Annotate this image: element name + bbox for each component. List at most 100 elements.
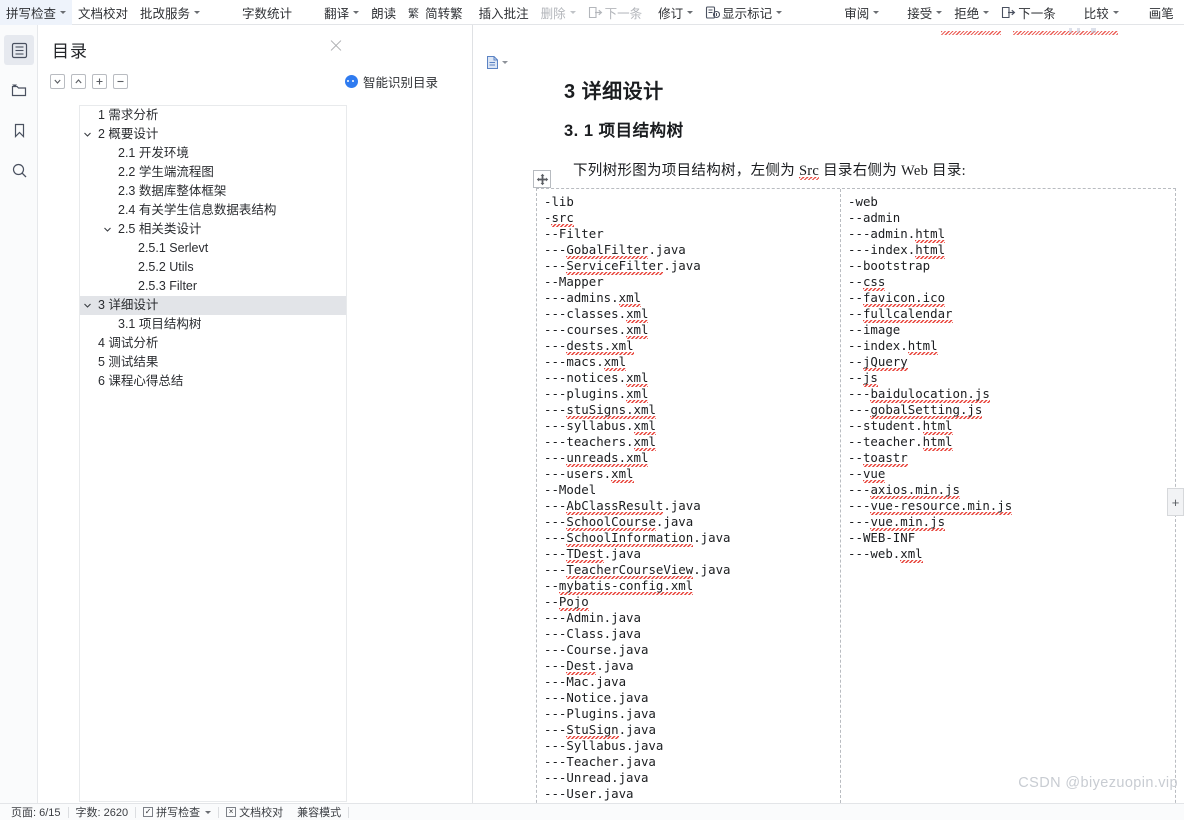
chevron-down-icon[interactable] — [983, 10, 990, 14]
outline-item[interactable]: 2 概要设计 — [80, 125, 346, 144]
add-column-button[interactable]: + — [1167, 488, 1184, 516]
outline-item[interactable]: 1 需求分析 — [80, 106, 346, 125]
tree-row: --mybatis-config.xml — [544, 578, 694, 595]
bookmark-icon[interactable] — [4, 115, 34, 145]
misspelled-word-src: Src — [798, 163, 820, 182]
next-comment-label: 下一条 — [604, 6, 643, 21]
tree-row: --Pojo — [544, 594, 589, 611]
web-tree-column[interactable]: -web --admin ---admin.html ---index.html --b… — [841, 189, 1175, 803]
spell-check-button[interactable]: 拼写检查 — [0, 0, 73, 25]
show-markup-button[interactable]: 显示标记 — [699, 0, 788, 25]
chevron-down-icon[interactable] — [873, 10, 880, 14]
smart-recognize-toc-button[interactable]: 智能识别目录 — [344, 72, 438, 91]
review-pane-button[interactable]: 审阅 — [838, 0, 885, 25]
revision-marker[interactable] — [486, 55, 508, 70]
status-spell-check[interactable]: ✓ 拼写检查 — [136, 804, 218, 820]
outline-item[interactable]: 2.2 学生端流程图 — [80, 163, 346, 182]
proofread-checkbox[interactable]: × — [226, 807, 237, 817]
paragraph-text-end: 目录右侧为 Web 目录: — [819, 163, 966, 179]
table-move-handle[interactable] — [533, 170, 551, 188]
compare-button[interactable]: 比较 — [1078, 0, 1125, 25]
outline-item[interactable]: 5 测试结果 — [80, 353, 346, 372]
misspelled-token: GobalFilter — [566, 242, 649, 259]
expand-all-button[interactable] — [71, 74, 86, 89]
accept-change-button[interactable]: 接受 — [901, 0, 948, 25]
tree-row: ---dests.xml — [544, 338, 634, 355]
outline-item[interactable]: 3 详细设计 — [80, 296, 346, 315]
outline-item[interactable]: 2.1 开发环境 — [80, 144, 346, 163]
outline-item[interactable]: 2.3 数据库整体框架 — [80, 182, 346, 201]
misspelled-token: xml — [626, 370, 649, 387]
chevron-down-icon[interactable] — [194, 10, 201, 14]
next-arrow-icon — [588, 6, 602, 18]
tree-row: --teacher.html — [848, 434, 953, 451]
src-tree-column[interactable]: -lib -src --Filter ---GobalFilter.java ---Se… — [537, 189, 842, 803]
chevron-down-icon[interactable] — [60, 10, 67, 14]
word-count-button[interactable]: 字数统计 — [236, 0, 298, 25]
correction-service-button[interactable]: 批改服务 — [134, 0, 206, 25]
chevron-down-icon[interactable] — [569, 10, 576, 14]
compat-mode-indicator[interactable]: 兼容模式 — [290, 804, 348, 820]
increase-level-button[interactable] — [92, 74, 107, 89]
chevron-down-icon[interactable] — [80, 125, 94, 144]
chapter-navigation-icon[interactable] — [4, 75, 34, 105]
misspelled-token: src — [551, 210, 574, 227]
search-icon[interactable] — [4, 155, 34, 185]
spell-check-caret[interactable] — [205, 810, 212, 814]
outline-item[interactable]: 4 调试分析 — [80, 334, 346, 353]
tree-row: --WEB-INF — [848, 530, 916, 545]
reject-change-button[interactable]: 拒绝 — [948, 0, 995, 25]
decrease-level-button[interactable] — [113, 74, 128, 89]
chevron-down-icon[interactable] — [100, 220, 114, 239]
tree-row: ---Mac.java — [544, 674, 627, 689]
page-indicator[interactable]: 页面: 6/15 — [4, 804, 68, 820]
chevron-down-icon[interactable] — [687, 10, 694, 14]
close-outline-icon[interactable] — [328, 38, 344, 54]
compare-label: 比较 — [1083, 6, 1109, 21]
document-canvas[interactable]: 3 详细设计 3. 1 项目结构树 下列树形图为项目结构树，左侧为 Src 目录… — [473, 25, 1184, 803]
chevron-down-icon[interactable] — [1112, 10, 1119, 14]
read-aloud-button[interactable]: 朗读 — [365, 0, 402, 25]
outline-item[interactable]: 2.5.1 Serlevt — [80, 239, 346, 258]
outline-panel-icon[interactable] — [4, 35, 34, 65]
spell-check-checkbox[interactable]: ✓ — [143, 807, 154, 817]
doc-proofread-button[interactable]: 文档校对 — [72, 0, 134, 25]
outline-item[interactable]: 2.4 有关学生信息数据表结构 — [80, 201, 346, 220]
tree-row: ---AbClassResult.java — [544, 498, 701, 515]
document-revision-icon — [487, 56, 498, 69]
status-proofread[interactable]: × 文档校对 — [219, 804, 290, 820]
next-change-button[interactable]: 下一条 — [995, 0, 1062, 25]
misspelled-token: xml — [900, 546, 923, 563]
track-changes-button[interactable]: 修订 — [652, 0, 699, 25]
chevron-down-icon[interactable] — [353, 10, 360, 14]
outline-item-label: 6 课程心得总结 — [98, 374, 184, 388]
project-structure-table[interactable]: -lib -src --Filter ---GobalFilter.java ---Se… — [536, 188, 1176, 803]
outline-item[interactable]: 3.1 项目结构树 — [80, 315, 346, 334]
tree-row: ---Syllabus.java — [544, 738, 664, 753]
previous-page-cutoff — [473, 25, 1184, 37]
spell-check-label: 拼写检查 — [156, 807, 201, 819]
translate-button[interactable]: 翻译 — [318, 0, 365, 25]
misspelled-token: TeacherCourseView — [566, 562, 694, 579]
markup-icon — [706, 5, 721, 19]
word-count-indicator[interactable]: 字数: 2620 — [69, 804, 136, 820]
chevron-down-icon[interactable] — [80, 296, 94, 315]
insert-comment-button[interactable]: 插入批注 — [473, 0, 535, 25]
chevron-down-icon[interactable] — [936, 10, 943, 14]
outline-item[interactable]: 2.5.2 Utils — [80, 258, 346, 277]
collapse-all-button[interactable] — [50, 74, 65, 89]
misspelled-token: AbClassResult — [566, 498, 664, 515]
delete-comment-label: 删除 — [540, 6, 566, 21]
status-divider — [348, 806, 350, 818]
misspelled-token: toastr — [862, 450, 908, 467]
outline-item[interactable]: 2.5 相关类设计 — [80, 220, 346, 239]
misspelled-token: css — [862, 274, 886, 291]
misspelled-token: xml — [633, 418, 656, 435]
simplified-to-traditional-button[interactable]: 繁简转繁 — [402, 0, 469, 25]
outline-item[interactable]: 6 课程心得总结 — [80, 372, 346, 391]
outline-item[interactable]: 2.5.3 Filter — [80, 277, 346, 296]
outline-header: 目录 — [38, 25, 472, 62]
chevron-down-icon[interactable] — [776, 10, 783, 14]
ink-pen-button[interactable]: 画笔 — [1143, 0, 1180, 25]
tree-row: ---GobalFilter.java — [544, 242, 686, 259]
